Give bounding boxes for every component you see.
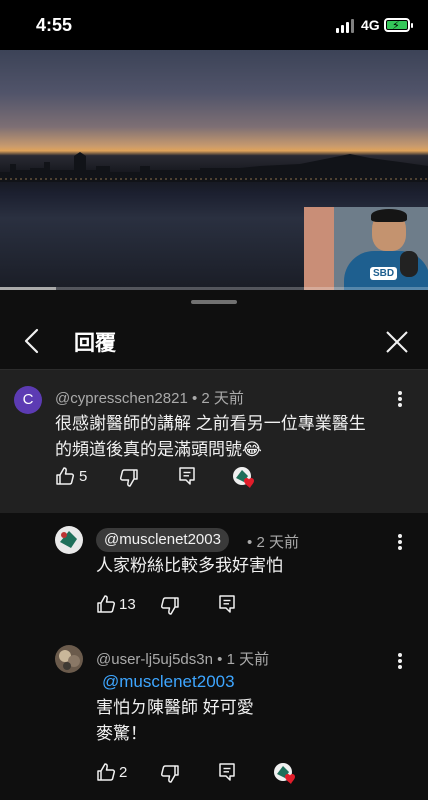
sheet-title: 回覆: [74, 332, 116, 355]
comment-meta: @user-lj5uj5ds3n • 1 天前: [96, 648, 269, 669]
thumb-up-icon[interactable]: [55, 466, 75, 486]
thumb-up-icon[interactable]: [96, 762, 116, 782]
battery-icon: ⚡: [384, 18, 413, 32]
avatar[interactable]: C: [14, 386, 42, 414]
video-progress-bar[interactable]: [0, 287, 428, 290]
network-type: 4G: [361, 17, 380, 33]
back-arrow-icon[interactable]: [18, 325, 46, 357]
like-count: 5: [79, 468, 88, 485]
thumb-down-icon[interactable]: [119, 468, 139, 488]
drag-handle[interactable]: [191, 300, 237, 304]
comment-text: 人家粉絲比較多我好害怕: [96, 556, 283, 575]
more-vert-icon[interactable]: [394, 651, 406, 671]
like-count: 13: [119, 596, 136, 613]
more-vert-icon[interactable]: [394, 532, 406, 552]
comment-time: 1 天前: [226, 651, 270, 668]
status-time: 4:55: [36, 15, 73, 35]
comment-text: 很感謝醫師的講解 之前看另一位專業醫生 的頻道後真的是滿頭問號😂: [55, 411, 366, 463]
creator-heart-icon: [232, 466, 258, 490]
parent-comment: C @cypresschen2821 • 2 天前 很感謝醫師的講解 之前看另一…: [0, 370, 428, 513]
comment-author[interactable]: @user-lj5uj5ds3n: [96, 651, 213, 668]
like-count: 2: [119, 764, 128, 781]
city-skyline: [0, 152, 428, 182]
reply-comment-icon[interactable]: [217, 762, 237, 782]
creator-heart-icon: [273, 762, 299, 786]
avatar[interactable]: [55, 526, 83, 554]
signal-icon: [336, 19, 356, 33]
close-icon[interactable]: [382, 327, 412, 357]
mention-link[interactable]: @musclenet2003: [102, 672, 235, 692]
meta-separator: •: [191, 390, 198, 407]
comment-text: 害怕ㄉ陳醫師 好可愛 麥驚！: [96, 695, 254, 747]
comment-text-line: 麥驚！: [96, 724, 147, 743]
comment-text-line: 害怕ㄉ陳醫師 好可愛: [96, 698, 254, 717]
progress-played: [0, 287, 56, 290]
presenter-inset: SBD: [304, 207, 428, 290]
comment-meta: @cypresschen2821 • 2 天前: [55, 387, 244, 408]
reply-comment-icon[interactable]: [177, 466, 197, 486]
meta-separator: •: [247, 534, 253, 551]
comment-text-line: 的頻道後真的是滿頭問號😂: [55, 440, 262, 459]
comment-meta: • 2 天前: [247, 531, 299, 552]
video-player[interactable]: SBD: [0, 50, 428, 290]
more-vert-icon[interactable]: [394, 389, 406, 409]
reply-comment-icon[interactable]: [217, 594, 237, 614]
thumb-down-icon[interactable]: [160, 596, 180, 616]
avatar[interactable]: [55, 645, 83, 673]
comment-time: 2 天前: [201, 390, 244, 407]
replies-sheet: 回覆 C @cypresschen2821 • 2 天前 很感謝醫師的講解 之前…: [0, 291, 428, 800]
status-bar: 4:55 4G ⚡: [0, 0, 428, 50]
meta-separator: •: [217, 651, 223, 668]
thumb-down-icon[interactable]: [160, 764, 180, 784]
comment-text-line: 很感謝醫師的講解 之前看另一位專業醫生: [55, 414, 366, 433]
author-owner-badge[interactable]: @musclenet2003: [96, 528, 229, 552]
thumb-up-icon[interactable]: [96, 594, 116, 614]
comment-author[interactable]: @cypresschen2821: [55, 390, 188, 407]
comment-time: 2 天前: [256, 534, 299, 551]
